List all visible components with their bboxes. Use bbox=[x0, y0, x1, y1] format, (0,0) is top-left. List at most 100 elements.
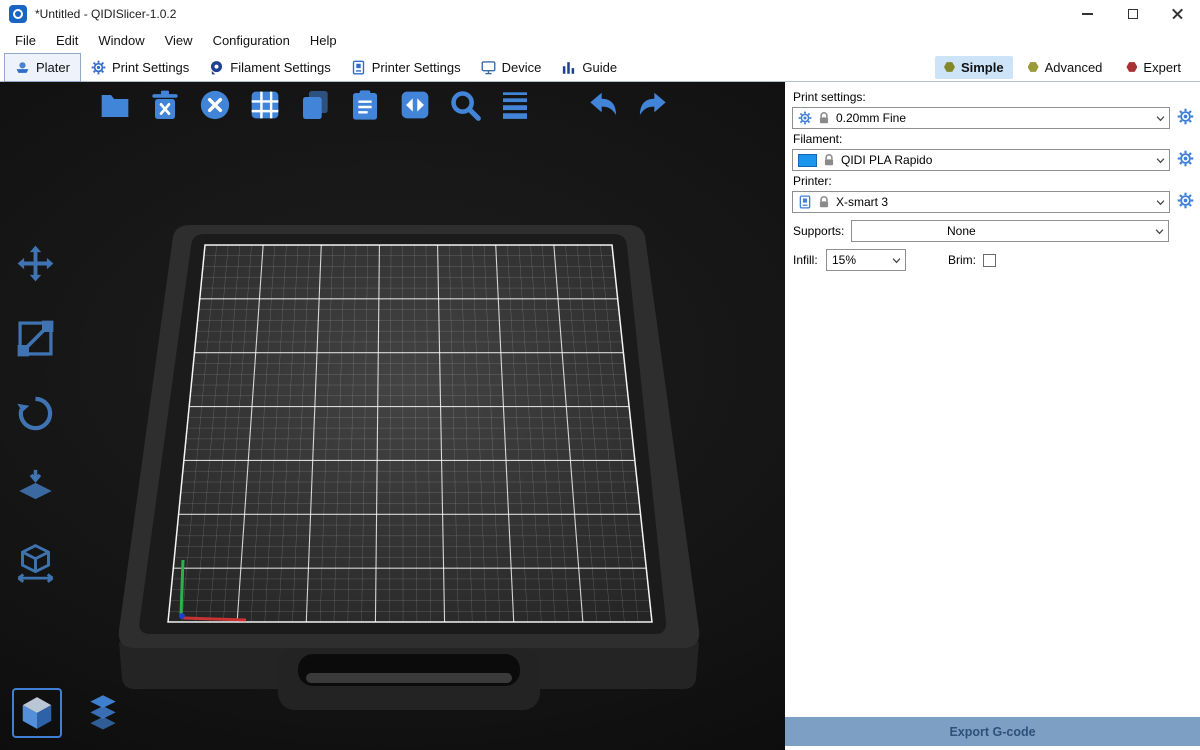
sidebar: Print settings: 0.20mm Fine Filament: QI… bbox=[785, 82, 1200, 750]
tab-label: Filament Settings bbox=[230, 60, 330, 75]
supports-label: Supports: bbox=[793, 224, 851, 238]
view-switch bbox=[12, 688, 128, 738]
printer-edit-button[interactable] bbox=[1175, 192, 1195, 212]
copy-button[interactable] bbox=[296, 86, 334, 124]
menu-view[interactable]: View bbox=[155, 30, 203, 51]
chevron-down-icon bbox=[1151, 150, 1169, 170]
3d-editor-view-button[interactable] bbox=[12, 688, 62, 738]
menu-window[interactable]: Window bbox=[88, 30, 154, 51]
filament-edit-button[interactable] bbox=[1175, 150, 1195, 170]
tab-plater[interactable]: Plater bbox=[4, 53, 81, 82]
chevron-down-icon bbox=[1151, 192, 1169, 212]
minimize-button[interactable] bbox=[1065, 0, 1110, 28]
menu-configuration[interactable]: Configuration bbox=[203, 30, 300, 51]
delete-icon bbox=[149, 89, 181, 121]
measure-button[interactable] bbox=[12, 540, 59, 587]
expert-mode-icon bbox=[1126, 62, 1137, 73]
printer-combo[interactable]: X-smart 3 bbox=[792, 191, 1170, 213]
place-on-face-icon bbox=[16, 469, 55, 508]
print-settings-edit-button[interactable] bbox=[1175, 108, 1195, 128]
gear-icon bbox=[1177, 192, 1194, 209]
gear-icon bbox=[798, 111, 812, 125]
3d-viewport[interactable] bbox=[0, 82, 785, 750]
mode-simple[interactable]: Simple bbox=[935, 56, 1013, 79]
scale-icon bbox=[16, 319, 55, 358]
filament-combo[interactable]: QIDI PLA Rapido bbox=[792, 149, 1170, 171]
supports-combo[interactable]: None bbox=[851, 220, 1169, 242]
lock-icon bbox=[822, 153, 836, 167]
rotate-button[interactable] bbox=[12, 390, 59, 437]
paste-button[interactable] bbox=[346, 86, 384, 124]
tab-guide[interactable]: Guide bbox=[551, 54, 627, 81]
delete-all-button[interactable] bbox=[196, 86, 234, 124]
minimize-icon bbox=[1082, 13, 1093, 15]
preview-button[interactable] bbox=[78, 688, 128, 738]
guide-icon bbox=[561, 60, 576, 75]
arrange-icon bbox=[249, 89, 281, 121]
menu-edit[interactable]: Edit bbox=[46, 30, 88, 51]
copy-icon bbox=[299, 89, 331, 121]
undo-button[interactable] bbox=[584, 86, 622, 124]
tab-device[interactable]: Device bbox=[471, 54, 552, 81]
scale-button[interactable] bbox=[12, 315, 59, 362]
tab-label: Guide bbox=[582, 60, 617, 75]
y-axis bbox=[181, 560, 183, 615]
print-settings-value: 0.20mm Fine bbox=[836, 111, 1146, 125]
mode-advanced[interactable]: Advanced bbox=[1019, 56, 1112, 79]
open-icon bbox=[99, 89, 131, 121]
move-button[interactable] bbox=[12, 240, 59, 287]
mode-expert[interactable]: Expert bbox=[1117, 56, 1190, 79]
undo-icon bbox=[587, 89, 619, 121]
mode-label: Expert bbox=[1143, 60, 1181, 75]
printer-value: X-smart 3 bbox=[836, 195, 1146, 209]
brim-label: Brim: bbox=[948, 253, 976, 267]
print-settings-combo[interactable]: 0.20mm Fine bbox=[792, 107, 1170, 129]
advanced-mode-icon bbox=[1028, 62, 1039, 73]
viewport-toolbar bbox=[96, 86, 672, 124]
move-icon bbox=[16, 244, 55, 283]
filament-value: QIDI PLA Rapido bbox=[841, 153, 1146, 167]
variable-layer-height-icon bbox=[499, 89, 531, 121]
brim-checkbox[interactable] bbox=[983, 254, 996, 267]
infill-combo[interactable]: 15% bbox=[826, 249, 906, 271]
measure-icon bbox=[16, 544, 55, 583]
gear-icon bbox=[1177, 108, 1194, 125]
tab-filament-settings[interactable]: Filament Settings bbox=[199, 54, 340, 81]
variable-layer-height-button[interactable] bbox=[496, 86, 534, 124]
mode-label: Simple bbox=[961, 60, 1004, 75]
chevron-down-icon bbox=[887, 250, 905, 270]
supports-value: None bbox=[857, 224, 1145, 238]
gear-icon bbox=[91, 60, 106, 75]
redo-icon bbox=[637, 89, 669, 121]
x-axis bbox=[183, 618, 246, 620]
split-button[interactable] bbox=[396, 86, 434, 124]
lock-icon bbox=[817, 111, 831, 125]
tab-printer-settings[interactable]: Printer Settings bbox=[341, 54, 471, 81]
search-button[interactable] bbox=[446, 86, 484, 124]
titlebar: *Untitled - QIDISlicer-1.0.2 bbox=[0, 0, 1200, 28]
infill-value: 15% bbox=[832, 253, 882, 267]
menu-file[interactable]: File bbox=[5, 30, 46, 51]
maximize-button[interactable] bbox=[1110, 0, 1155, 28]
rotate-icon bbox=[16, 394, 55, 433]
tab-print-settings[interactable]: Print Settings bbox=[81, 54, 199, 81]
open-button[interactable] bbox=[96, 86, 134, 124]
delete-all-icon bbox=[199, 89, 231, 121]
menubar: File Edit Window View Configuration Help bbox=[0, 28, 1200, 53]
place-on-face-button[interactable] bbox=[12, 465, 59, 512]
maximize-icon bbox=[1128, 9, 1138, 19]
window-controls bbox=[1065, 0, 1200, 28]
infill-label: Infill: bbox=[793, 253, 826, 267]
delete-button[interactable] bbox=[146, 86, 184, 124]
search-icon bbox=[449, 89, 481, 121]
gizmo-toolbar bbox=[12, 240, 59, 587]
printer-icon bbox=[798, 195, 812, 209]
z-axis bbox=[179, 613, 185, 619]
close-button[interactable] bbox=[1155, 0, 1200, 28]
arrange-button[interactable] bbox=[246, 86, 284, 124]
3d-editor-view-icon bbox=[18, 694, 56, 732]
menu-help[interactable]: Help bbox=[300, 30, 347, 51]
redo-button[interactable] bbox=[634, 86, 672, 124]
device-icon bbox=[481, 60, 496, 75]
export-gcode-button[interactable]: Export G-code bbox=[785, 717, 1200, 746]
